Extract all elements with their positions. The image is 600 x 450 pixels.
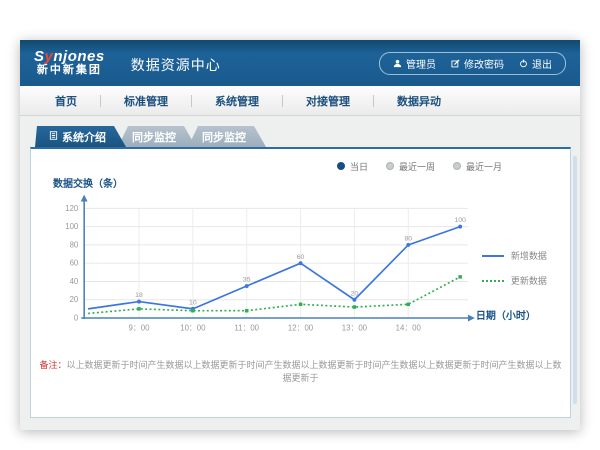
user-menu-label: 管理员 xyxy=(406,56,436,71)
svg-text:120: 120 xyxy=(65,204,79,213)
user-menu-item-退出[interactable]: 退出 xyxy=(519,56,552,71)
svg-text:80: 80 xyxy=(404,236,412,243)
radio-icon xyxy=(337,162,345,170)
brand-logo-subtext: 新中新集团 xyxy=(34,65,105,77)
svg-text:100: 100 xyxy=(65,222,79,231)
content-area: 系统介绍 同步监控 同步监控 当日 最近一周 最近一月 数据交换（条） 0 20 40 60 8… xyxy=(20,116,580,430)
svg-text:18: 18 xyxy=(135,292,143,299)
svg-text:20: 20 xyxy=(351,290,359,297)
tab-label: 同步监控 xyxy=(202,129,246,145)
legend-column: 新增数据更新数据 日期（小时） xyxy=(476,191,562,353)
filter-option-最近一周[interactable]: 最近一周 xyxy=(386,160,435,173)
svg-text:11：00: 11：00 xyxy=(234,324,259,333)
svg-text:10: 10 xyxy=(189,299,197,306)
legend-label: 新增数据 xyxy=(511,249,547,262)
tab-label: 系统介绍 xyxy=(62,129,106,145)
line-chart: 0 20 40 60 80 100 120 9：00 10：00 11：00 12：00 13：00 1… xyxy=(45,191,476,353)
svg-text:20: 20 xyxy=(70,295,79,304)
filter-label: 最近一月 xyxy=(466,160,502,173)
time-filter-group: 当日 最近一周 最近一月 xyxy=(39,155,562,173)
filter-option-最近一月[interactable]: 最近一月 xyxy=(453,160,502,173)
app-header: Synjones 新中新集团 数据资源中心 管理员 修改密码 退出 xyxy=(20,40,580,86)
legend-swatch xyxy=(482,280,504,282)
footer-note: 备注：以上数据更新于时间产生数据以上数据更新于时间产生数据以上数据更新于时间产生… xyxy=(39,358,562,384)
nav-item-数据异动[interactable]: 数据异动 xyxy=(374,93,464,109)
svg-text:12：00: 12：00 xyxy=(288,324,314,333)
legend-item-新增数据[interactable]: 新增数据 xyxy=(482,249,547,262)
svg-text:0: 0 xyxy=(74,313,79,322)
filter-label: 当日 xyxy=(350,160,368,173)
footer-note-text: 以上数据更新于时间产生数据以上数据更新于时间产生数据以上数据更新于时间产生数据以… xyxy=(67,360,562,383)
user-menu-item-修改密码[interactable]: 修改密码 xyxy=(451,56,504,71)
user-icon xyxy=(393,59,402,68)
svg-text:13：00: 13：00 xyxy=(342,324,368,333)
svg-text:9：00: 9：00 xyxy=(129,324,151,333)
user-menu: 管理员 修改密码 退出 xyxy=(379,52,566,75)
power-icon xyxy=(519,59,528,68)
radio-icon xyxy=(386,162,394,170)
app-window: Synjones 新中新集团 数据资源中心 管理员修改密码退出 首页标准管理系统… xyxy=(20,40,580,430)
x-axis-title: 日期（小时） xyxy=(476,307,536,322)
chart-row: 0 20 40 60 80 100 120 9：00 10：00 11：00 12：00 13：00 1… xyxy=(45,191,562,353)
nav-item-对接管理[interactable]: 对接管理 xyxy=(283,93,373,109)
user-menu-label: 修改密码 xyxy=(464,56,504,71)
tab-label: 同步监控 xyxy=(132,129,176,145)
brand-logo-text: Synjones xyxy=(34,49,105,65)
svg-text:10：00: 10：00 xyxy=(180,324,206,333)
tab-同步监控[interactable]: 同步监控 xyxy=(188,126,266,147)
svg-text:80: 80 xyxy=(70,240,79,249)
app-title: 数据资源中心 xyxy=(131,55,221,75)
footer-note-label: 备注： xyxy=(39,360,66,370)
legend-label: 更新数据 xyxy=(511,274,547,287)
nav-item-首页[interactable]: 首页 xyxy=(32,93,100,109)
main-nav: 首页标准管理系统管理对接管理数据异动 xyxy=(20,86,580,116)
content-panel: 当日 最近一周 最近一月 数据交换（条） 0 20 40 60 80 100 120 9：00 10… xyxy=(30,147,571,418)
radio-icon xyxy=(453,162,461,170)
nav-item-标准管理[interactable]: 标准管理 xyxy=(101,93,191,109)
svg-text:35: 35 xyxy=(243,277,251,284)
user-menu-label: 退出 xyxy=(532,56,552,71)
filter-option-当日[interactable]: 当日 xyxy=(337,160,368,173)
svg-text:100: 100 xyxy=(454,217,466,224)
tab-同步监控[interactable]: 同步监控 xyxy=(118,126,196,147)
document-icon xyxy=(49,131,58,143)
svg-text:60: 60 xyxy=(70,259,79,268)
legend-item-更新数据[interactable]: 更新数据 xyxy=(482,274,547,287)
svg-text:40: 40 xyxy=(70,277,79,286)
panel-scrollbar[interactable] xyxy=(573,156,577,404)
filter-label: 最近一周 xyxy=(399,160,435,173)
chart-legend: 新增数据更新数据 xyxy=(482,249,547,287)
legend-swatch xyxy=(482,255,504,257)
svg-text:60: 60 xyxy=(297,254,305,261)
tab-bar: 系统介绍 同步监控 同步监控 xyxy=(35,126,571,147)
tab-系统介绍[interactable]: 系统介绍 xyxy=(35,126,126,147)
brand-logo: Synjones 新中新集团 xyxy=(34,49,105,76)
user-menu-item-管理员[interactable]: 管理员 xyxy=(393,56,436,71)
svg-text:14：00: 14：00 xyxy=(396,324,422,333)
y-axis-title: 数据交换（条） xyxy=(53,175,562,189)
edit-icon xyxy=(451,59,460,68)
nav-item-系统管理[interactable]: 系统管理 xyxy=(192,93,282,109)
